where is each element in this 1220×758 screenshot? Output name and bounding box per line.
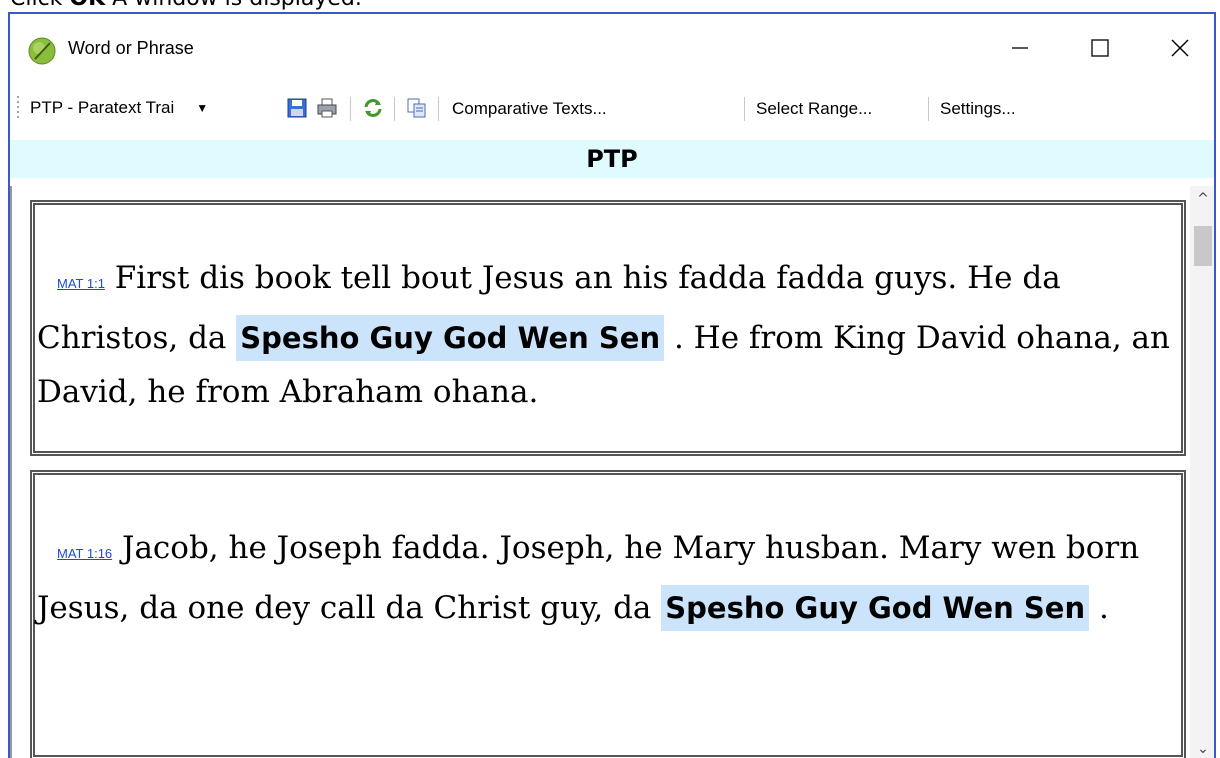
project-header: PTP: [10, 140, 1214, 178]
verse-reference-link[interactable]: MAT 1:1: [57, 276, 105, 291]
verse-text-after: .: [1089, 590, 1109, 626]
caption-ok: OK: [69, 0, 105, 11]
save-icon[interactable]: [286, 97, 308, 119]
paratext-leaf-icon: [28, 37, 56, 65]
toolbar-separator: [394, 97, 395, 121]
toolbar-grip-icon[interactable]: [16, 96, 20, 120]
comparative-texts-button[interactable]: Comparative Texts...: [452, 99, 607, 119]
toolbar-separator: [744, 97, 745, 121]
verse-result: MAT 1:16 Jacob, he Joseph fadda. Joseph,…: [30, 470, 1186, 758]
caption-prefix: Click: [10, 0, 69, 11]
scroll-thumb[interactable]: [1194, 226, 1212, 266]
results-pane: MAT 1:1 First dis book tell bout Jesus a…: [10, 186, 1190, 758]
close-button[interactable]: [1150, 28, 1210, 68]
select-range-button[interactable]: Select Range...: [756, 99, 872, 119]
copy-icon[interactable]: [406, 97, 428, 119]
verse-result: MAT 1:1 First dis book tell bout Jesus a…: [30, 200, 1186, 456]
toolbar: PTP - Paratext Trai ▼ Comparative Texts.…: [10, 86, 1214, 128]
highlighted-phrase: Spesho Guy God Wen Sen: [661, 585, 1090, 631]
highlighted-phrase: Spesho Guy God Wen Sen: [236, 315, 665, 361]
dropdown-arrow-icon: ▼: [196, 101, 209, 115]
refresh-icon[interactable]: [362, 97, 384, 119]
verse-reference-link[interactable]: MAT 1:16: [57, 546, 112, 561]
toolbar-separator: [928, 97, 929, 121]
scroll-down-arrow-icon[interactable]: ⌄: [1190, 738, 1214, 758]
toolbar-separator: [438, 97, 439, 121]
title-bar[interactable]: Word or Phrase: [10, 14, 1214, 76]
maximize-icon: [1091, 39, 1109, 57]
instruction-caption: Click OK A window is displayed.: [10, 0, 1210, 12]
settings-button[interactable]: Settings...: [940, 99, 1016, 119]
window-title: Word or Phrase: [68, 38, 194, 58]
word-or-phrase-window: Word or Phrase PTP - Paratext Trai ▼ Com…: [8, 12, 1216, 758]
project-dropdown[interactable]: PTP - Paratext Trai ▼: [30, 94, 208, 122]
close-icon: [1171, 39, 1189, 57]
vertical-scrollbar[interactable]: ^ ⌄: [1190, 186, 1214, 758]
project-dropdown-value: PTP - Paratext Trai: [30, 98, 175, 117]
print-icon[interactable]: [316, 97, 338, 119]
toolbar-separator: [350, 97, 351, 121]
scroll-up-arrow-icon[interactable]: ^: [1190, 188, 1214, 210]
maximize-button[interactable]: [1070, 28, 1130, 68]
minimize-icon: [1012, 47, 1028, 49]
caption-suffix: A window is displayed.: [105, 0, 362, 11]
minimize-button[interactable]: [990, 28, 1050, 68]
